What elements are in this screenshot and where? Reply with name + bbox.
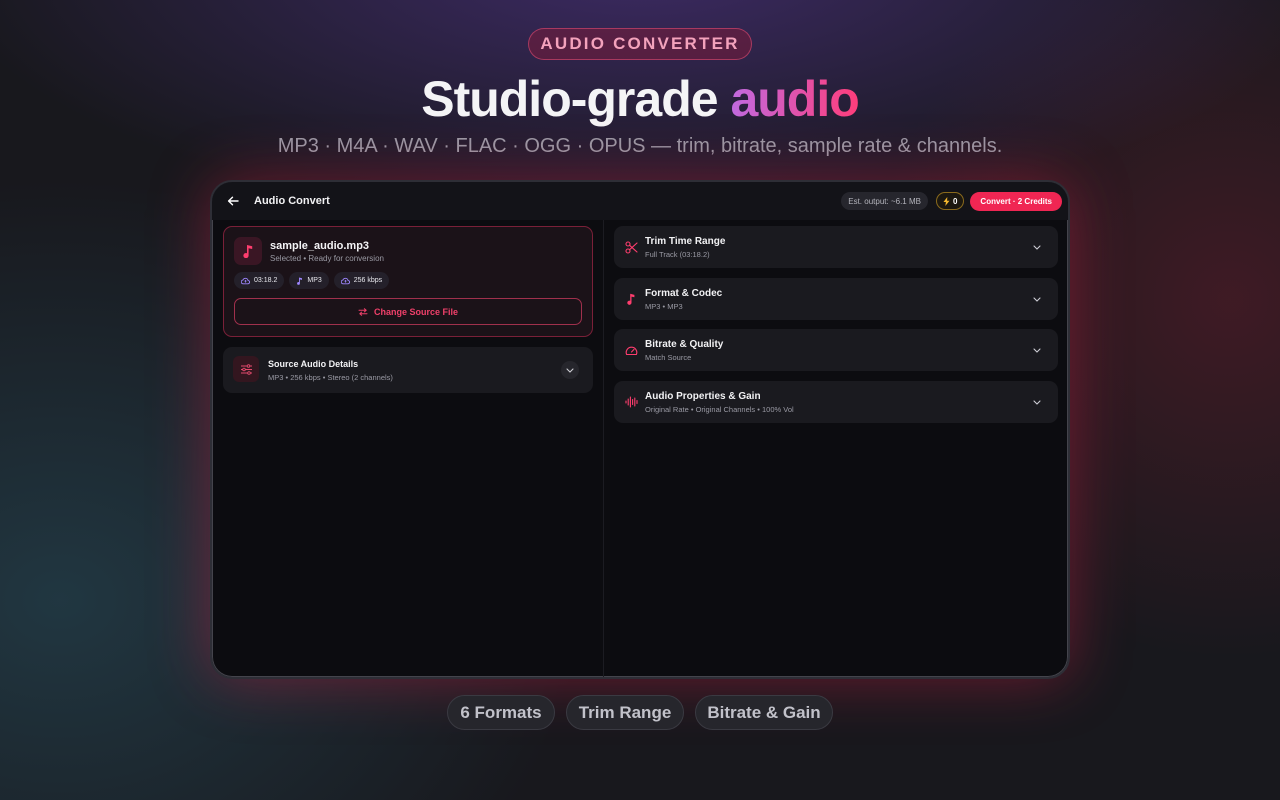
app-title: Audio Convert <box>254 195 330 207</box>
waveform-icon <box>624 396 638 408</box>
audio-properties-gain-panel[interactable]: Audio Properties & Gain Original Rate • … <box>614 381 1058 423</box>
source-audio-details-subtitle: MP3 • 256 kbps • Stereo (2 channels) <box>268 373 393 382</box>
file-name: sample_audio.mp3 <box>270 240 370 252</box>
source-details-expand-button[interactable] <box>561 361 579 379</box>
bitrate-quality-panel[interactable]: Bitrate & Quality Match Source <box>614 329 1058 371</box>
file-chips: 03:18.2 MP3 256 kbps <box>234 272 390 289</box>
music-note-icon <box>243 245 253 258</box>
sliders-icon <box>240 363 252 375</box>
app-bar: Audio Convert Est. output: ~6.1 MB 0 Con… <box>212 182 1068 220</box>
bitrate-expand-button[interactable] <box>1028 341 1046 359</box>
trim-expand-button[interactable] <box>1028 238 1046 256</box>
audio-properties-gain-subtitle: Original Rate • Original Channels • 100%… <box>645 405 794 414</box>
music-note-icon <box>627 293 635 305</box>
selected-file-card: sample_audio.mp3 Selected • Ready for co… <box>223 226 593 337</box>
feature-pill-formats: 6 Formats <box>447 695 555 730</box>
convert-button[interactable]: Convert · 2 Credits <box>970 191 1062 211</box>
format-chip-label: MP3 <box>307 277 322 284</box>
hero-title-accent: audio <box>730 71 859 127</box>
format-chip: MP3 <box>289 272 329 289</box>
bitrate-chip: 256 kbps <box>333 272 390 289</box>
format-codec-title: Format & Codec <box>645 288 723 299</box>
estimated-output-badge: Est. output: ~6.1 MB <box>841 192 928 210</box>
cloud-upload-icon <box>340 277 350 284</box>
app-window: Audio Convert Est. output: ~6.1 MB 0 Con… <box>210 180 1070 679</box>
bitrate-chip-label: 256 kbps <box>353 277 383 284</box>
chevron-down-icon <box>566 367 574 373</box>
format-codec-panel[interactable]: Format & Codec MP3 • MP3 <box>614 278 1058 320</box>
back-button[interactable] <box>224 192 242 210</box>
change-source-file-label: Change Source File <box>373 306 459 317</box>
trim-time-range-subtitle: Full Track (03:18.2) <box>645 250 710 259</box>
credits-count: 0 <box>952 196 958 206</box>
format-codec-subtitle: MP3 • MP3 <box>645 302 683 311</box>
scissors-icon <box>624 240 638 254</box>
bolt-icon <box>943 196 950 206</box>
duration-chip: 03:18.2 <box>234 272 285 289</box>
feature-pill-trim: Trim Range <box>566 695 684 730</box>
hero-title-main: Studio-grade <box>421 71 718 127</box>
hero-subtitle: MP3 · M4A · WAV · FLAC · OGG · OPUS — tr… <box>277 135 1003 157</box>
gauge-icon-wrap <box>623 342 639 358</box>
music-note-icon-wrap <box>623 291 639 307</box>
bitrate-quality-subtitle: Match Source <box>645 353 692 362</box>
swap-icon <box>358 307 368 316</box>
change-source-file-button[interactable]: Change Source File <box>234 298 582 325</box>
arrow-left-icon <box>227 196 239 206</box>
file-icon-box <box>234 237 262 265</box>
chevron-down-icon <box>1033 296 1041 302</box>
duration-chip-label: 03:18.2 <box>254 277 278 284</box>
sliders-icon-box <box>233 356 259 382</box>
audio-properties-expand-button[interactable] <box>1028 393 1046 411</box>
file-status: Selected • Ready for conversion <box>270 254 384 263</box>
audio-properties-gain-title: Audio Properties & Gain <box>645 391 761 402</box>
source-audio-details-title: Source Audio Details <box>268 359 359 369</box>
bitrate-quality-title: Bitrate & Quality <box>645 339 724 350</box>
cloud-upload-icon <box>241 277 250 284</box>
format-expand-button[interactable] <box>1028 290 1046 308</box>
trim-time-range-panel[interactable]: Trim Time Range Full Track (03:18.2) <box>614 226 1058 268</box>
feature-pill-bitrate: Bitrate & Gain <box>695 695 833 730</box>
chevron-down-icon <box>1033 399 1041 405</box>
trim-time-range-title: Trim Time Range <box>645 236 726 247</box>
hero-badge: AUDIO CONVERTER <box>528 28 752 60</box>
waveform-icon-wrap <box>623 394 639 410</box>
hero-title: Studio-grade audio <box>0 70 1280 128</box>
gauge-icon <box>625 346 637 355</box>
credits-badge: 0 <box>935 192 965 210</box>
music-note-icon <box>297 277 303 285</box>
chevron-down-icon <box>1033 347 1041 353</box>
source-audio-details-panel[interactable]: Source Audio Details MP3 • 256 kbps • St… <box>223 347 593 393</box>
scissors-icon-wrap <box>623 239 639 255</box>
chevron-down-icon <box>1033 244 1041 250</box>
column-divider <box>603 220 604 677</box>
